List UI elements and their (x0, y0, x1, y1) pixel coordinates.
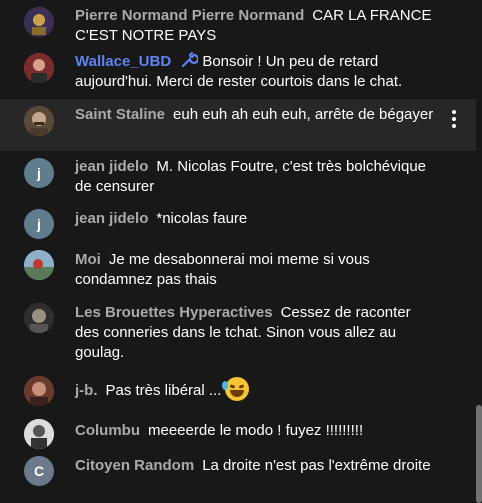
author-name[interactable]: Les Brouettes Hyperactives (75, 304, 273, 321)
chat-message[interactable]: Pierre Normand Pierre Normand CAR LA FRAN… (0, 0, 476, 46)
chat-message[interactable]: j-b. Pas très libéral ... (0, 371, 476, 409)
message-text: *nicolas faure (156, 210, 248, 227)
author-name[interactable]: Pierre Normand Pierre Normand (75, 7, 304, 24)
message-text: La droite n'est pas l'extrême droite (202, 457, 431, 474)
avatar[interactable] (24, 303, 54, 333)
avatar[interactable] (24, 376, 54, 406)
scrollbar-thumb[interactable] (476, 405, 482, 503)
message-text: euh euh ah euh euh, arrête de bégayer (173, 106, 434, 123)
author-name[interactable]: jean jidelo (75, 210, 148, 227)
chat-message[interactable]: C Citoyen Random La droite n'est pas l'ex… (0, 450, 476, 502)
avatar[interactable] (24, 250, 54, 280)
avatar[interactable]: j (24, 209, 54, 239)
wrench-icon (180, 51, 200, 68)
author-name[interactable]: Columbu (75, 422, 140, 439)
author-name[interactable]: Wallace_UBD (75, 53, 171, 70)
author-name[interactable]: j-b. (75, 382, 98, 399)
chat-message[interactable]: Les Brouettes Hyperactives Cessez de raco… (0, 297, 476, 369)
chat-message[interactable]: Wallace_UBD Bonsoir ! Un peu de retard a… (0, 46, 476, 99)
message-text: Pas très libéral ... (105, 382, 222, 399)
avatar[interactable]: C (24, 456, 54, 486)
avatar[interactable] (24, 106, 54, 136)
chat-message[interactable]: Moi Je me desabonnerai moi meme si vous c… (0, 244, 476, 296)
chat-message-list: Pierre Normand Pierre Normand CAR LA FRAN… (0, 0, 476, 502)
avatar[interactable] (24, 419, 54, 449)
avatar[interactable]: j (24, 158, 54, 188)
more-vert-icon[interactable] (444, 107, 464, 131)
author-name[interactable]: Moi (75, 251, 101, 268)
author-name[interactable]: Saint Staline (75, 106, 165, 123)
chat-message[interactable]: j jean jidelo M. Nicolas Foutre, c'est tr… (0, 151, 476, 203)
avatar[interactable] (24, 53, 54, 83)
author-name[interactable]: Citoyen Random (75, 457, 194, 474)
author-name[interactable]: jean jidelo (75, 158, 148, 175)
chat-message[interactable]: Columbu meeeerde le modo ! fuyez !!!!!!!!… (0, 415, 476, 449)
chat-message[interactable]: j jean jidelo *nicolas faure (0, 203, 476, 239)
avatar[interactable] (24, 7, 54, 37)
message-text: Je me desabonnerai moi meme si vous cond… (75, 251, 370, 288)
message-text: meeeerde le modo ! fuyez !!!!!!!!! (148, 422, 364, 439)
rolling-on-floor-laughing-icon (222, 377, 250, 401)
chat-message[interactable]: Saint Staline euh euh ah euh euh, arrête … (0, 99, 476, 151)
